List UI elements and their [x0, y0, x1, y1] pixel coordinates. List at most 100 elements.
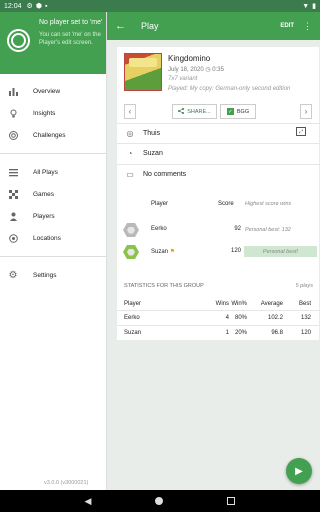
column-header-average: Average: [260, 301, 283, 307]
player-name: Suzan: [151, 249, 169, 255]
app-bar: ← Play EDIT ⋮: [107, 12, 320, 40]
column-header-wins: Wins: [215, 301, 229, 307]
drawer-header-title: No player set to 'me': [39, 19, 103, 26]
nav-item-label: All Plays: [33, 168, 58, 176]
nav-item-label: Insights: [33, 109, 56, 117]
statistics-plays-count: 5 plays: [295, 283, 313, 289]
nav-item-overview[interactable]: Overview: [0, 80, 106, 102]
nav-item-settings[interactable]: ⚙ Settings: [0, 264, 106, 286]
edit-button[interactable]: EDIT: [280, 23, 294, 29]
battery-icon: ▮: [312, 3, 316, 10]
dice-icon: ⬢: [35, 3, 42, 10]
nav-item-challenges[interactable]: Challenges: [0, 124, 106, 146]
nav-item-label: Players: [33, 212, 55, 220]
play-duration: 0:35: [212, 67, 224, 73]
system-navigation-bar: ◀: [0, 490, 320, 512]
share-button[interactable]: SHARE...: [172, 104, 217, 119]
player-row[interactable]: Suzan ⚑ 120 Personal best!: [117, 243, 319, 262]
target-icon: [8, 130, 18, 140]
back-arrow-icon[interactable]: ←: [115, 20, 126, 32]
nav-item-insights[interactable]: Insights: [0, 102, 106, 124]
drawer-header[interactable]: No player set to 'me' You can set 'me' o…: [0, 12, 106, 74]
person-icon: [8, 211, 18, 221]
play-screen: ← Play EDIT ⋮ Kingdomino July 18, 2020 ◷…: [107, 12, 320, 490]
wifi-icon: ▼: [302, 2, 310, 10]
navigation-drawer: No player set to 'me' You can set 'me' o…: [0, 12, 107, 490]
back-triangle-icon[interactable]: ◀: [85, 496, 92, 507]
personal-best-note: Personal best: 132: [245, 226, 291, 233]
comments-value: No comments: [143, 171, 187, 178]
column-header-winpct: Win%: [231, 301, 247, 307]
column-header-player: Player: [151, 201, 169, 207]
status-bar: 12:04 ⚙ ⬢ ▪ ▼ ▮: [0, 0, 320, 12]
stat-best: 132: [300, 315, 311, 321]
comment-icon: ▭: [126, 170, 134, 179]
home-circle-icon[interactable]: [155, 497, 164, 505]
column-header-best: Best: [298, 301, 311, 307]
play-icon: ▶: [295, 465, 303, 477]
stat-average: 102.2: [267, 315, 283, 321]
nav-item-players[interactable]: Players: [0, 205, 106, 227]
bgg-toggle[interactable]: ✓ BGG: [220, 104, 256, 119]
drawer-list: Overview Insights Challenges All Plays G…: [0, 74, 106, 286]
location-icon: ◎: [126, 129, 134, 138]
player-score: 92: [234, 226, 241, 232]
lightbulb-icon: [8, 108, 18, 118]
open-in-new-icon[interactable]: ⤢: [296, 127, 306, 136]
gear-icon: ⚙: [8, 269, 18, 281]
nav-item-locations[interactable]: Locations: [0, 227, 106, 249]
chevron-left-icon: ‹: [128, 107, 132, 116]
divider: [0, 153, 106, 154]
bar-chart-icon: [8, 86, 18, 96]
next-play-button[interactable]: ›: [300, 104, 312, 119]
player-name: Eerko: [151, 226, 167, 232]
gear-icon: ⚙: [26, 3, 33, 10]
nav-item-label: Challenges: [33, 131, 66, 139]
player-avatar-icon: [123, 223, 139, 237]
location-value: Thuis: [143, 130, 161, 137]
play-date-duration: July 18, 2020 ◷ 0:35: [168, 66, 224, 73]
stat-player: Eerko: [124, 315, 140, 321]
recents-square-icon[interactable]: [227, 497, 236, 505]
location-row[interactable]: ◎ Thuis ⤢: [117, 123, 319, 143]
column-header-player: Player: [124, 301, 142, 307]
nav-item-label: Settings: [33, 271, 57, 279]
player-row[interactable]: Eerko 92 Personal best: 132: [117, 221, 319, 240]
stat-wins: 4: [225, 315, 229, 321]
statistics-row: Suzan 1 20% 96.8 120: [117, 325, 319, 340]
nav-item-games[interactable]: Games: [0, 183, 106, 205]
game-thumbnail[interactable]: [124, 53, 162, 91]
stat-average: 96.8: [271, 330, 283, 336]
share-icon: [178, 107, 185, 116]
played-with-copy: Played: My copy: German-only second edit…: [168, 86, 291, 92]
statistics-row: Eerko 4 80% 102.2 132: [117, 310, 319, 325]
play-details-card: Kingdomino July 18, 2020 ◷ 0:35 7x7 vari…: [117, 47, 319, 200]
page-title: Play: [141, 21, 159, 31]
location-icon: [8, 233, 18, 243]
column-header-score: Score: [218, 201, 234, 207]
previous-play-button[interactable]: ‹: [124, 104, 136, 119]
flag-icon: ⚑: [169, 249, 176, 255]
statistics-title: STATISTICS FOR THIS GROUP: [124, 283, 204, 289]
stat-winpct: 20%: [234, 330, 247, 336]
play-variant: 7x7 variant: [168, 76, 198, 82]
nav-item-label: Locations: [33, 234, 61, 242]
share-label: SHARE...: [187, 108, 211, 115]
timer-icon: ◔: [127, 149, 133, 158]
chessboard-icon: [8, 189, 18, 199]
divider: [0, 256, 106, 257]
stat-best: 120: [300, 330, 311, 336]
player-name-with-flag: Suzan ⚑: [151, 248, 175, 255]
nav-item-label: Overview: [33, 87, 61, 95]
checkbox-icon: ✓: [226, 108, 234, 115]
play-timer-button[interactable]: ▶: [286, 458, 312, 484]
action-row: ‹ SHARE... ✓ BGG ›: [117, 104, 319, 122]
stat-player: Suzan: [124, 330, 142, 336]
more-vert-icon[interactable]: ⋮: [303, 21, 312, 32]
game-name[interactable]: Kingdomino: [168, 54, 210, 63]
sd-card-icon: ▪: [44, 2, 48, 10]
nav-item-all-plays[interactable]: All Plays: [0, 161, 106, 183]
avatar-icon: [7, 29, 30, 52]
scoring-rule: Highest score wins: [245, 201, 292, 207]
statistics-card: STATISTICS FOR THIS GROUP 5 plays Player…: [117, 266, 319, 340]
